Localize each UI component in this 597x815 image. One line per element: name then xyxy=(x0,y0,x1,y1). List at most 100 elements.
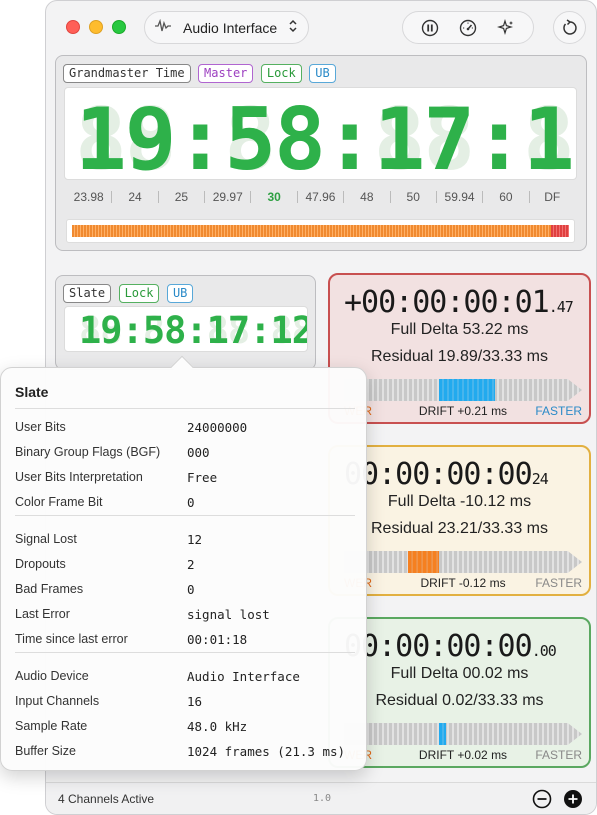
drift-fill xyxy=(407,551,440,573)
master-timecode-panel: Grandmaster Time Master Lock UB 88:88:88… xyxy=(55,55,587,251)
chevron-updown-icon xyxy=(288,19,298,36)
residual-label: Residual xyxy=(370,348,434,365)
plus-circle-icon xyxy=(564,790,582,808)
drift-bar xyxy=(344,551,582,573)
drift-fill xyxy=(439,379,496,401)
minimize-window-button[interactable] xyxy=(89,20,103,34)
drift-bar xyxy=(344,723,582,745)
full-delta: Full Delta -10.12 ms xyxy=(330,493,589,511)
master-timecode-display: 88:88:88:88 19:58:17:11 xyxy=(64,87,577,180)
channel-card[interactable]: 00:00:00:00.00 Full Delta 00.02 ms Residua… xyxy=(328,617,591,768)
gauge-button[interactable] xyxy=(456,16,480,40)
channel-timecode-value: 00:00:00:00 xyxy=(344,629,533,664)
popover-key: Dropouts xyxy=(15,557,66,571)
residual-label: Residual xyxy=(375,692,438,709)
framerate-option[interactable]: 30 xyxy=(251,191,298,203)
device-selector[interactable]: Audio Interface xyxy=(144,11,309,44)
slate-tags: Slate Lock UB xyxy=(63,284,196,303)
popover-key: Audio Device xyxy=(15,669,89,683)
framerate-option[interactable]: 48 xyxy=(344,191,391,203)
framerate-option[interactable]: 24 xyxy=(112,191,159,203)
popover-value: 00:01:18 xyxy=(187,632,248,647)
slate-panel: Slate Lock UB 88:88:88:88 19:58:17:12 xyxy=(55,275,316,370)
master-timecode: 19:58:17:11 xyxy=(75,90,577,180)
master-level-meter xyxy=(66,219,575,243)
channel-timecode-value: +00:00:00:01 xyxy=(344,285,550,320)
popover-row: User Bits 24000000 xyxy=(15,420,355,438)
full-delta-label: Full Delta xyxy=(387,493,456,510)
popover-value: 12 xyxy=(187,532,203,547)
framerate-option[interactable]: 47.96 xyxy=(298,191,345,203)
slate-ub-tag: UB xyxy=(166,284,194,303)
popover-value: 24000000 xyxy=(187,420,248,435)
channel-subframe: .47 xyxy=(548,298,574,316)
master-tags: Grandmaster Time Master Lock UB xyxy=(63,64,339,83)
framerate-option[interactable]: 25 xyxy=(159,191,206,203)
faster-label: FASTER xyxy=(535,748,582,762)
waveform-icon xyxy=(155,18,171,36)
residual-value: 19.89/33.33 ms xyxy=(437,348,548,365)
popover-key: Time since last error xyxy=(15,632,128,646)
slate-timecode-display[interactable]: 88:88:88:88 19:58:17:12 xyxy=(64,306,308,352)
popover-row: Bad Frames 0 xyxy=(15,582,355,600)
popover-row: Sample Rate 48.0 kHz xyxy=(15,719,355,737)
full-delta-value: 53.22 ms xyxy=(462,321,529,338)
remove-channel-button[interactable] xyxy=(532,789,552,809)
popover-row: Dropouts 2 xyxy=(15,557,355,575)
popover-key: User Bits xyxy=(15,420,66,434)
popover-row: User Bits Interpretation Free xyxy=(15,470,355,488)
framerate-option[interactable]: DF xyxy=(530,191,575,203)
framerate-option[interactable]: 29.97 xyxy=(205,191,252,203)
full-delta: Full Delta 53.22 ms xyxy=(330,321,589,339)
sparkle-button[interactable] xyxy=(494,16,518,40)
popover-value: 48.0 kHz xyxy=(187,719,248,734)
popover-value: 0 xyxy=(187,582,195,597)
popover-separator xyxy=(15,515,355,516)
popover-key: Binary Group Flags (BGF) xyxy=(15,445,161,459)
popover-key: Color Frame Bit xyxy=(15,495,103,509)
popover-key: Input Channels xyxy=(15,694,100,708)
source-tag: Grandmaster Time xyxy=(63,64,191,83)
faster-label: FASTER xyxy=(535,404,582,418)
popover-row: Buffer Size 1024 frames (21.3 ms) xyxy=(15,744,355,762)
residual-value: 23.21/33.33 ms xyxy=(437,520,548,537)
popover-key: Signal Lost xyxy=(15,532,77,546)
popover-value: 0 xyxy=(187,495,195,510)
framerate-option[interactable]: 50 xyxy=(391,191,437,203)
popover-key: Sample Rate xyxy=(15,719,88,733)
popover-value: 1024 frames (21.3 ms) xyxy=(187,744,346,759)
slate-timecode: 19:58:17:12 xyxy=(79,309,308,352)
framerate-option[interactable]: 23.98 xyxy=(66,191,113,203)
channel-timecode: +00:00:00:01.47 xyxy=(344,285,574,320)
close-window-button[interactable] xyxy=(66,20,80,34)
drift-bar xyxy=(344,379,582,401)
zoom-window-button[interactable] xyxy=(112,20,126,34)
gauge-icon xyxy=(459,19,477,36)
pause-button[interactable] xyxy=(418,16,442,40)
ub-tag: UB xyxy=(309,64,336,83)
add-channel-button[interactable] xyxy=(563,789,583,809)
full-delta-value: 00.02 ms xyxy=(462,665,529,682)
lock-tag: Lock xyxy=(260,64,302,83)
slate-name-tag: Slate xyxy=(63,284,112,303)
popover-key: User Bits Interpretation xyxy=(15,470,143,484)
channel-card[interactable]: +00:00:00:01.47 Full Delta 53.22 ms Residu… xyxy=(328,273,591,424)
toolbar-group xyxy=(402,11,534,44)
popover-key: Buffer Size xyxy=(15,744,76,758)
framerate-selector: 23.98 24 25 29.97 30 47.96 48 50 59.94 60 DF xyxy=(66,186,575,208)
popover-row: Binary Group Flags (BGF) 000 xyxy=(15,445,355,463)
faster-label: FASTER xyxy=(535,576,582,590)
popover-separator xyxy=(15,408,355,409)
channel-card[interactable]: 00:00:00:0024 Full Delta -10.12 ms Residua… xyxy=(328,445,591,596)
full-delta-label: Full Delta xyxy=(390,321,459,338)
popover-value: Audio Interface xyxy=(187,669,300,684)
framerate-option[interactable]: 59.94 xyxy=(437,191,484,203)
framerate-option[interactable]: 60 xyxy=(483,191,530,203)
popover-value: 2 xyxy=(187,557,195,572)
popover-row: Last Error signal lost xyxy=(15,607,355,625)
reset-button[interactable] xyxy=(553,11,586,44)
popover-value: 16 xyxy=(187,694,203,709)
master-level-fill xyxy=(72,225,569,237)
channel-timecode: 00:00:00:00.00 xyxy=(344,629,557,664)
channel-timecode-value: 00:00:00:00 xyxy=(344,457,533,492)
